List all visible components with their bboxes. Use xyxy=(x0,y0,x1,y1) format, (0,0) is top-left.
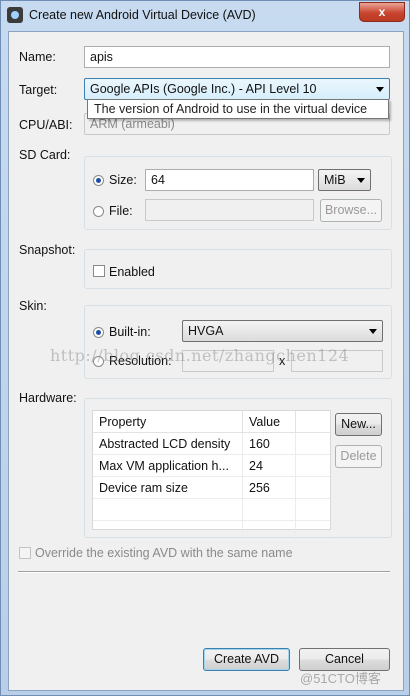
table-row[interactable]: Max VM application h... 24 xyxy=(93,454,330,477)
sd-size-label: Size: xyxy=(109,173,137,187)
table-cell-property: Device ram size xyxy=(93,476,243,499)
target-select-value: Google APIs (Google Inc.) - API Level 10 xyxy=(90,82,317,96)
cpu-abi-label: CPU/ABI: xyxy=(19,118,73,132)
sd-file-radio[interactable] xyxy=(93,206,104,217)
column-header-value[interactable]: Value xyxy=(242,411,296,433)
close-button[interactable]: x xyxy=(359,2,405,22)
sd-size-input[interactable]: 64 xyxy=(145,169,314,191)
skin-builtin-value: HVGA xyxy=(188,324,224,338)
override-checkbox[interactable] xyxy=(19,547,31,559)
table-cell-value: 256 xyxy=(242,476,296,499)
snapshot-enabled-label: Enabled xyxy=(109,265,155,279)
skin-builtin-radio[interactable] xyxy=(93,327,104,338)
snapshot-label: Snapshot: xyxy=(19,243,76,257)
column-header-filler xyxy=(295,411,330,433)
target-label: Target: xyxy=(19,83,58,97)
sd-size-unit-value: MiB xyxy=(324,173,346,187)
browse-button[interactable]: Browse... xyxy=(320,199,382,222)
table-header-row: Property Value xyxy=(93,411,330,433)
cpu-abi-select-value: ARM (armeabi) xyxy=(90,117,175,131)
column-header-property[interactable]: Property xyxy=(93,411,243,433)
watermark-site: @51CTO博客 xyxy=(300,671,381,686)
sd-file-input[interactable] xyxy=(145,199,314,221)
chevron-down-icon xyxy=(376,87,384,92)
sd-card-label: SD Card: xyxy=(19,148,71,162)
table-row[interactable]: Device ram size 256 xyxy=(93,476,330,499)
watermark-url: http://blog.csdn.net/zhangchen124 xyxy=(50,346,350,365)
hardware-label: Hardware: xyxy=(19,391,77,405)
new-hardware-button[interactable]: New... xyxy=(335,413,382,436)
skin-builtin-select[interactable]: HVGA xyxy=(182,320,383,342)
separator xyxy=(18,571,390,573)
create-avd-button[interactable]: Create AVD xyxy=(203,648,290,671)
window-title: Create new Android Virtual Device (AVD) xyxy=(29,8,256,22)
title-bar[interactable]: Create new Android Virtual Device (AVD) … xyxy=(1,1,409,31)
table-cell-property: Max VM application h... xyxy=(93,454,243,477)
name-input[interactable]: apis xyxy=(84,46,390,68)
skin-builtin-label: Built-in: xyxy=(109,325,151,339)
snapshot-enabled-checkbox[interactable] xyxy=(93,265,105,277)
delete-hardware-button[interactable]: Delete xyxy=(335,445,382,468)
hardware-table: Property Value Abstracted LCD density 16… xyxy=(92,410,331,543)
skin-label: Skin: xyxy=(19,299,47,313)
table-cell-value: 160 xyxy=(242,432,296,455)
table-row-empty xyxy=(93,520,330,543)
override-label: Override the existing AVD with the same … xyxy=(35,546,293,560)
chevron-down-icon xyxy=(369,329,377,334)
sd-file-label: File: xyxy=(109,204,133,218)
table-cell-property: Abstracted LCD density xyxy=(93,432,243,455)
table-row[interactable]: Abstracted LCD density 160 xyxy=(93,432,330,455)
sd-size-unit-select[interactable]: MiB xyxy=(318,169,371,191)
target-tooltip: The version of Android to use in the vir… xyxy=(87,99,389,119)
chevron-down-icon xyxy=(357,178,365,183)
sd-size-radio[interactable] xyxy=(93,175,104,186)
name-label: Name: xyxy=(19,50,56,64)
android-app-icon xyxy=(7,7,23,23)
table-row-empty xyxy=(93,498,330,521)
table-cell-value: 24 xyxy=(242,454,296,477)
target-select[interactable]: Google APIs (Google Inc.) - API Level 10 xyxy=(84,78,390,100)
